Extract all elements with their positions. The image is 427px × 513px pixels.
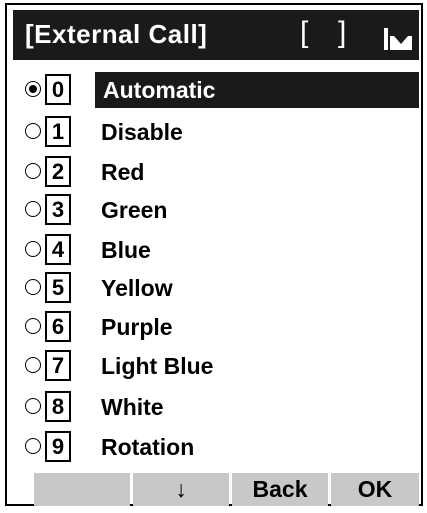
option-item-6[interactable]: 6 Purple xyxy=(25,309,419,345)
option-label: White xyxy=(101,394,164,420)
softkey-blank[interactable] xyxy=(34,473,130,506)
option-label: Yellow xyxy=(101,275,173,301)
radio-unselected-icon[interactable] xyxy=(25,123,41,139)
screen-title: [External Call] xyxy=(25,19,208,49)
option-number-key: 9 xyxy=(45,431,71,462)
title-bar: [External Call] [ ] xyxy=(13,10,419,60)
option-number-key: 4 xyxy=(45,234,71,265)
softkey-down-arrow[interactable]: ↓ xyxy=(133,473,229,506)
option-item-0[interactable]: 0 Automatic xyxy=(25,72,419,108)
option-label: Automatic xyxy=(103,77,216,103)
option-item-9[interactable]: 9 Rotation xyxy=(25,429,419,465)
option-number-key: 6 xyxy=(45,311,71,342)
option-item-3[interactable]: 3 Green xyxy=(25,192,419,228)
option-label: Light Blue xyxy=(101,353,214,379)
radio-unselected-icon[interactable] xyxy=(25,201,41,217)
option-item-7[interactable]: 7 Light Blue xyxy=(25,348,419,384)
option-label: Rotation xyxy=(101,434,195,460)
option-item-8[interactable]: 8 White xyxy=(25,389,419,425)
radio-unselected-icon[interactable] xyxy=(25,318,41,334)
option-number-key: 0 xyxy=(45,74,71,105)
option-item-4[interactable]: 4 Blue xyxy=(25,232,419,268)
radio-unselected-icon[interactable] xyxy=(25,438,41,454)
option-label: Green xyxy=(101,197,168,223)
option-item-5[interactable]: 5 Yellow xyxy=(25,270,419,306)
radio-unselected-icon[interactable] xyxy=(25,241,41,257)
tray-arrow-icon xyxy=(384,28,412,50)
softkey-back[interactable]: Back xyxy=(232,473,328,506)
radio-unselected-icon[interactable] xyxy=(25,398,41,414)
option-number-key: 5 xyxy=(45,272,71,303)
radio-unselected-icon[interactable] xyxy=(25,163,41,179)
radio-unselected-icon[interactable] xyxy=(25,357,41,373)
option-number-key: 1 xyxy=(45,116,71,147)
softkey-bar: ↓ Back OK xyxy=(34,473,419,506)
bracket-close: ] xyxy=(338,16,347,49)
option-item-2[interactable]: 2 Red xyxy=(25,154,419,190)
option-label: Purple xyxy=(101,314,173,340)
option-number-key: 7 xyxy=(45,350,71,381)
option-number-key: 3 xyxy=(45,194,71,225)
status-indicator: [ ] xyxy=(298,16,350,51)
softkey-ok[interactable]: OK xyxy=(331,473,419,506)
option-label: Blue xyxy=(101,237,151,263)
option-label: Red xyxy=(101,159,145,185)
option-label: Disable xyxy=(101,119,183,145)
option-item-1[interactable]: 1 Disable xyxy=(25,114,419,150)
radio-unselected-icon[interactable] xyxy=(25,279,41,295)
option-number-key: 8 xyxy=(45,391,71,422)
radio-selected-icon[interactable] xyxy=(25,81,41,97)
bracket-open: [ xyxy=(300,16,309,49)
phone-display: [External Call] [ ] 0 Automatic 1 Disable 2 R… xyxy=(5,3,423,506)
option-number-key: 2 xyxy=(45,156,71,187)
